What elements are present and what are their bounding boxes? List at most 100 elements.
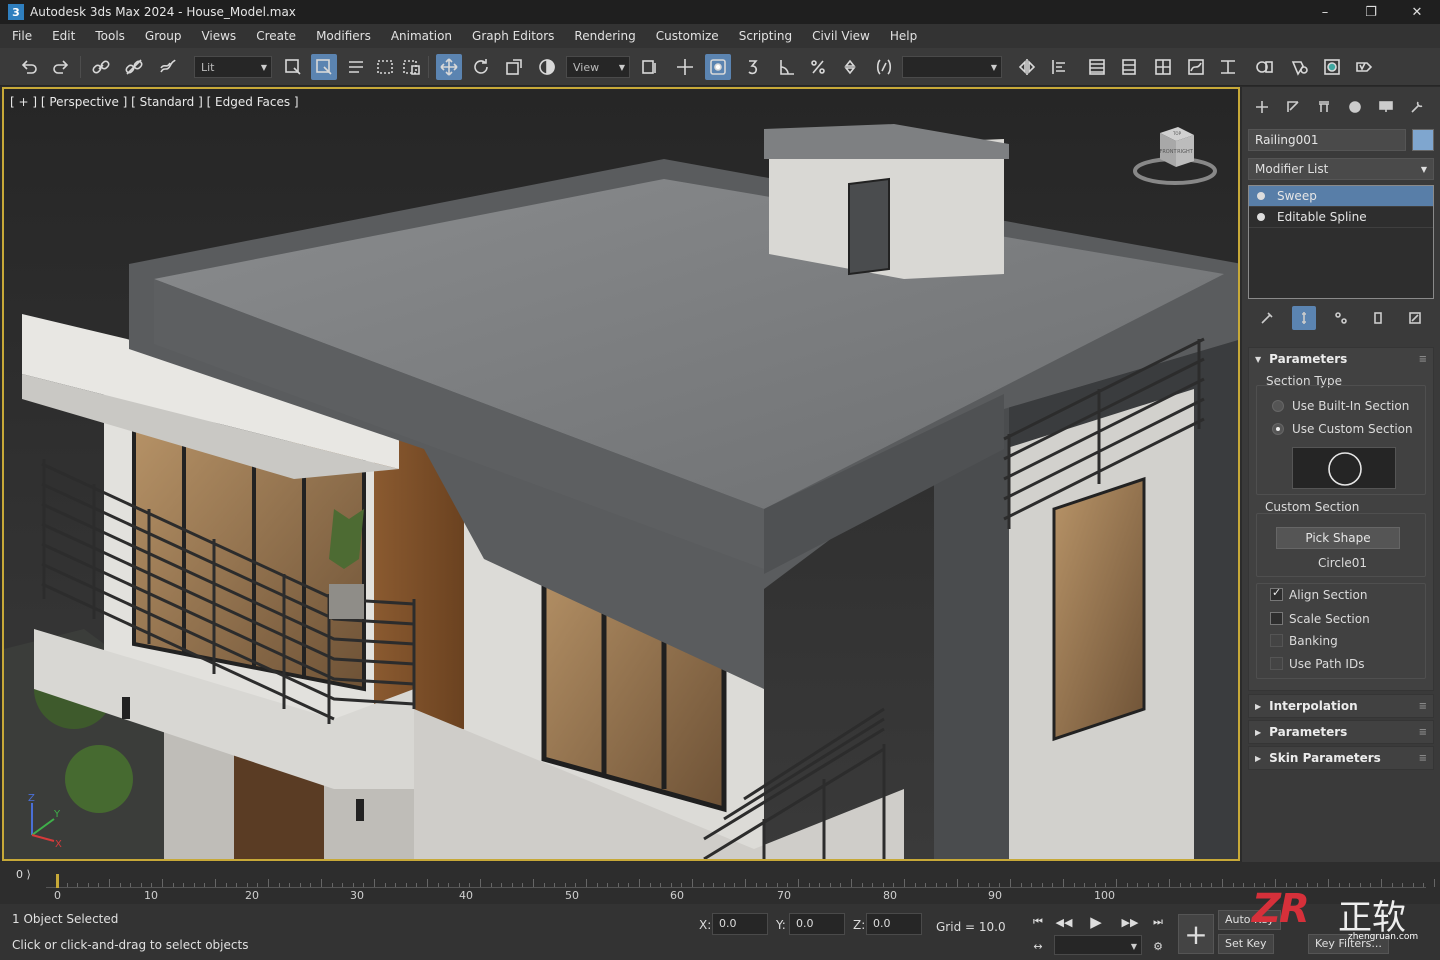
window-crossing-icon[interactable] xyxy=(398,54,424,80)
move-icon[interactable] xyxy=(436,54,462,80)
schematic-view-icon[interactable] xyxy=(1215,54,1241,80)
bind-space-warp-icon[interactable] xyxy=(155,54,181,80)
placement-icon[interactable] xyxy=(534,54,560,80)
menu-graph-editors[interactable]: Graph Editors xyxy=(462,24,564,48)
show-end-result-icon[interactable] xyxy=(1291,306,1316,330)
render-setup-icon[interactable] xyxy=(1287,54,1313,80)
viewport-label[interactable]: [ + ] [ Perspective ] [ Standard ] [ Edg… xyxy=(10,95,299,109)
skin-parameters-rollout-header[interactable]: ▶ Skin Parameters ≡ xyxy=(1249,747,1433,769)
use-custom-radio[interactable] xyxy=(1272,423,1284,435)
angle-snap-icon[interactable] xyxy=(774,54,800,80)
use-path-ids-checkbox[interactable] xyxy=(1270,657,1283,670)
house-scene[interactable] xyxy=(4,89,1240,861)
menu-views[interactable]: Views xyxy=(191,24,246,48)
layer-explorer-icon[interactable] xyxy=(1116,54,1142,80)
menu-file[interactable]: File xyxy=(2,24,42,48)
parameters-2-rollout[interactable]: ▶ Parameters ≡ xyxy=(1248,720,1434,744)
modify-icon[interactable] xyxy=(1277,93,1308,121)
make-unique-icon[interactable] xyxy=(1329,306,1353,330)
previous-frame-icon[interactable]: ◀◀ xyxy=(1052,912,1076,932)
parameters-2-rollout-header[interactable]: ▶ Parameters ≡ xyxy=(1249,721,1433,743)
modifier-list-dropdown[interactable]: Modifier List ▼ xyxy=(1248,158,1434,180)
select-manipulate-icon[interactable] xyxy=(672,54,698,80)
select-list-icon[interactable] xyxy=(343,54,369,80)
viewcube[interactable]: TOP FRONT RIGHT xyxy=(1132,125,1218,189)
pivot-center-icon[interactable] xyxy=(637,54,663,80)
redo-icon[interactable] xyxy=(48,54,74,80)
menu-create[interactable]: Create xyxy=(246,24,306,48)
close-icon[interactable]: ✕ xyxy=(1394,0,1440,24)
configure-modifier-sets-icon[interactable] xyxy=(1403,306,1427,330)
key-mode-icon[interactable]: ↔ xyxy=(1026,936,1050,956)
scale-icon[interactable] xyxy=(501,54,527,80)
interpolation-rollout-header[interactable]: ▶ Interpolation ≡ xyxy=(1249,695,1433,717)
align-icon[interactable] xyxy=(1046,54,1072,80)
menu-customize[interactable]: Customize xyxy=(646,24,729,48)
render-icon[interactable] xyxy=(1351,54,1377,80)
banking-checkbox[interactable] xyxy=(1270,634,1283,647)
current-frame-dropdown[interactable]: ▼ xyxy=(1054,935,1142,955)
menu-civil-view[interactable]: Civil View xyxy=(802,24,880,48)
object-color-swatch[interactable] xyxy=(1412,129,1434,151)
scale-section-checkbox[interactable] xyxy=(1270,612,1283,625)
menu-modifiers[interactable]: Modifiers xyxy=(306,24,381,48)
mirror-icon[interactable] xyxy=(1014,54,1040,80)
play-icon[interactable]: ▶ xyxy=(1084,912,1108,932)
eye-icon[interactable] xyxy=(1257,192,1265,200)
timeline-track[interactable] xyxy=(46,874,1435,888)
motion-icon[interactable] xyxy=(1339,93,1370,121)
snaps-toggle-icon[interactable] xyxy=(742,54,768,80)
interpolation-rollout[interactable]: ▶ Interpolation ≡ xyxy=(1248,694,1434,718)
set-keys-icon[interactable]: + xyxy=(1178,914,1214,954)
create-icon[interactable] xyxy=(1246,93,1277,121)
object-name-field[interactable]: Railing001 xyxy=(1248,129,1406,151)
next-frame-icon[interactable]: ▶▶ xyxy=(1118,912,1142,932)
selection-filter-dropdown[interactable]: Lit ▼ xyxy=(194,56,272,78)
z-coord-field[interactable]: 0.0 xyxy=(866,913,922,935)
x-coord-field[interactable]: 0.0 xyxy=(712,913,768,935)
menu-handle-icon[interactable]: ≡ xyxy=(1419,354,1427,365)
menu-handle-icon[interactable]: ≡ xyxy=(1419,727,1427,738)
perspective-viewport[interactable]: [ + ] [ Perspective ] [ Standard ] [ Edg… xyxy=(2,87,1240,861)
undo-icon[interactable] xyxy=(16,54,42,80)
menu-rendering[interactable]: Rendering xyxy=(564,24,645,48)
eye-icon[interactable] xyxy=(1257,213,1265,221)
pin-stack-icon[interactable] xyxy=(1255,306,1279,330)
ribbon-toggle-icon[interactable] xyxy=(1150,54,1176,80)
named-selection-dropdown[interactable]: ▼ xyxy=(902,56,1002,78)
select-by-name-icon[interactable] xyxy=(311,54,337,80)
menu-animation[interactable]: Animation xyxy=(381,24,462,48)
menu-group[interactable]: Group xyxy=(135,24,192,48)
restore-icon[interactable]: ❐ xyxy=(1348,0,1394,24)
stack-item-editable-spline[interactable]: Editable Spline xyxy=(1249,207,1433,228)
pick-shape-button[interactable]: Pick Shape xyxy=(1276,527,1400,549)
time-config-icon[interactable]: ⚙ xyxy=(1146,936,1170,956)
menu-tools[interactable]: Tools xyxy=(85,24,135,48)
keyboard-shortcut-override-icon[interactable] xyxy=(705,54,731,80)
time-slider-handle[interactable] xyxy=(56,874,59,888)
remove-modifier-icon[interactable] xyxy=(1366,306,1390,330)
timeline[interactable]: 0 ⟩ 0 10 20 30 40 50 60 70 80 90 100 xyxy=(0,862,1440,904)
skin-parameters-rollout[interactable]: ▶ Skin Parameters ≡ xyxy=(1248,746,1434,770)
edit-named-selection-icon[interactable] xyxy=(871,54,897,80)
stack-item-sweep[interactable]: Sweep xyxy=(1249,186,1433,207)
use-builtin-radio[interactable] xyxy=(1272,400,1284,412)
link-icon[interactable] xyxy=(88,54,114,80)
unlink-icon[interactable] xyxy=(121,54,147,80)
rendered-frame-window-icon[interactable] xyxy=(1319,54,1345,80)
rect-selection-icon[interactable] xyxy=(372,54,398,80)
utilities-icon[interactable] xyxy=(1401,93,1432,121)
percent-snap-icon[interactable] xyxy=(805,54,831,80)
reference-coord-dropdown[interactable]: View ▼ xyxy=(566,56,630,78)
align-section-checkbox[interactable] xyxy=(1270,586,1283,601)
y-coord-field[interactable]: 0.0 xyxy=(789,913,845,935)
hierarchy-icon[interactable] xyxy=(1308,93,1339,121)
curve-editor-icon[interactable] xyxy=(1183,54,1209,80)
menu-edit[interactable]: Edit xyxy=(42,24,85,48)
rotate-icon[interactable] xyxy=(468,54,494,80)
menu-scripting[interactable]: Scripting xyxy=(729,24,802,48)
goto-end-icon[interactable]: ⏭ xyxy=(1146,912,1170,932)
goto-start-icon[interactable]: ⏮ xyxy=(1026,912,1050,932)
parameters-rollout-header[interactable]: ▼ Parameters ≡ xyxy=(1249,348,1433,370)
spinner-snap-icon[interactable] xyxy=(837,54,863,80)
